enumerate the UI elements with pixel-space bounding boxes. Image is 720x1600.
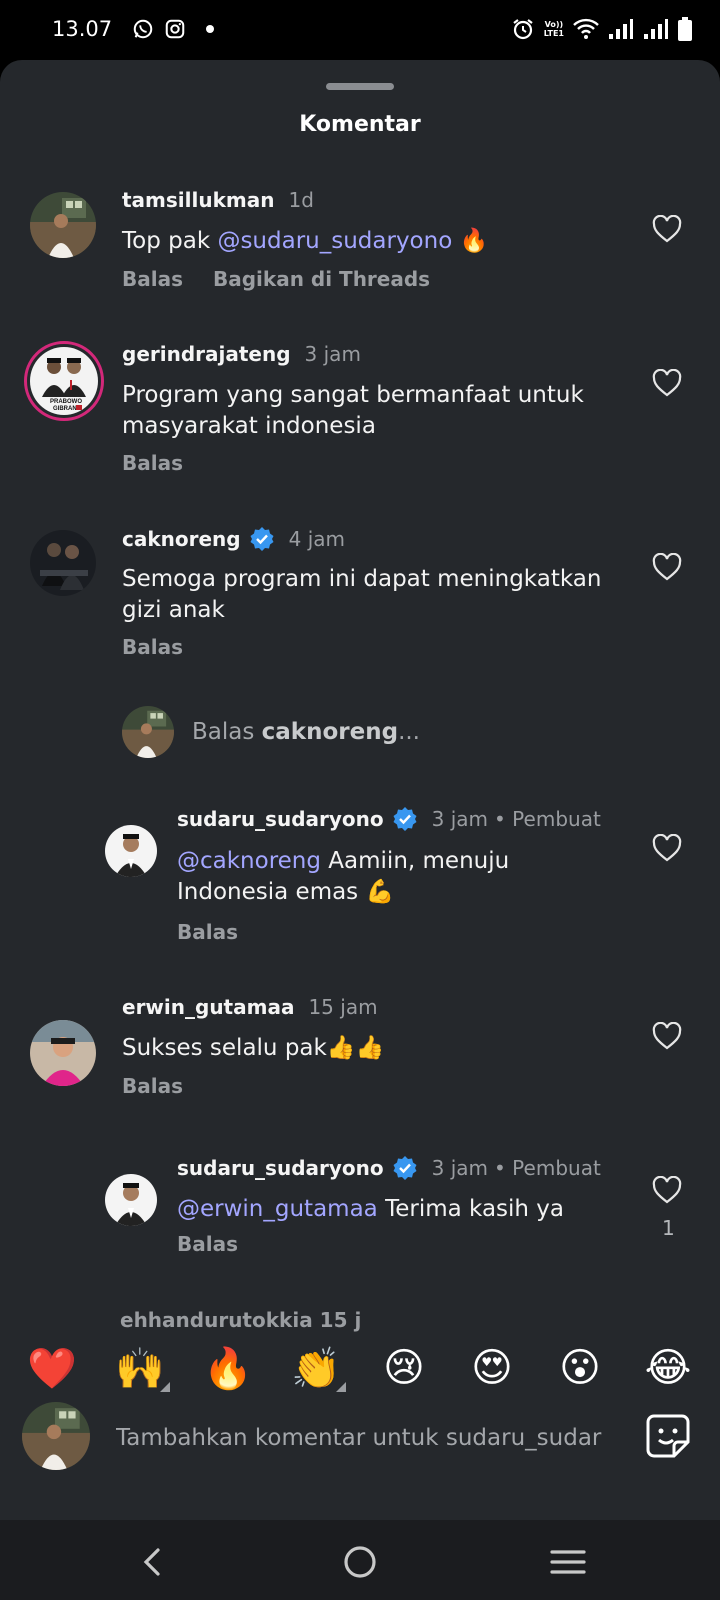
comment-input[interactable]	[116, 1418, 626, 1458]
mention-link[interactable]: @erwin_gutamaa	[177, 1196, 378, 1222]
mention-link[interactable]: @sudaru_sudaryono	[217, 228, 452, 254]
notification-dot-icon	[206, 25, 214, 33]
heart-emoji-button[interactable]: ❤️	[22, 1345, 82, 1392]
whatsapp-icon	[133, 19, 153, 39]
next-comment-peek: ehhandurutokkia 15 j	[120, 1308, 362, 1332]
comments-list[interactable]: tamsillukman 1d Top pak @sudaru_sudaryon…	[0, 60, 720, 1340]
verified-badge-icon	[393, 1156, 417, 1180]
reply-button[interactable]: Balas	[122, 635, 183, 659]
comments-sheet: Komentar tamsillukman 1d Top pak @sudaru…	[0, 60, 720, 1520]
creator-label: • Pembuat	[494, 807, 601, 831]
emoji-quick-bar: ❤️ 🙌 🔥 👏 😢 😍 😮 😂	[0, 1336, 720, 1400]
verified-badge-icon	[393, 807, 417, 831]
reply-button[interactable]: Balas	[122, 267, 183, 291]
like-heart-icon[interactable]	[652, 553, 682, 581]
comment-time: 4 jam	[288, 527, 346, 551]
crying-emoji-button[interactable]: 😢	[374, 1345, 434, 1391]
avatar[interactable]	[30, 192, 96, 258]
battery-icon	[678, 17, 692, 41]
comment-time: 3 jam	[431, 807, 489, 831]
reply-prompt[interactable]: Balas caknoreng...	[122, 706, 420, 758]
comment-username[interactable]: sudaru_sudaryono	[177, 807, 384, 831]
avatar[interactable]	[30, 530, 96, 596]
like-heart-icon[interactable]	[652, 369, 682, 397]
comment-username[interactable]: caknoreng	[122, 527, 241, 551]
comment-time: 3 jam	[304, 342, 361, 366]
creator-label: • Pembuat	[494, 1156, 601, 1180]
comment-time: 15 jam	[308, 995, 378, 1019]
comment-text: Semoga program ini dapat meningkatkan gi…	[122, 566, 602, 623]
reply-button[interactable]: Balas	[177, 920, 238, 944]
status-bar: 13.07 Vo)) LTE1	[0, 0, 720, 60]
avatar	[122, 706, 174, 758]
status-time: 13.07	[52, 17, 113, 41]
recent-apps-icon[interactable]	[546, 1540, 590, 1584]
signal-icon-2	[644, 19, 668, 39]
status-notification-icons	[132, 18, 214, 40]
comment-time: 3 jam	[431, 1156, 489, 1180]
system-nav-bar	[0, 1520, 720, 1600]
surprised-emoji-button[interactable]: 😮	[550, 1345, 610, 1391]
instagram-icon	[165, 19, 185, 39]
comment-username[interactable]: sudaru_sudaryono	[177, 1156, 384, 1180]
sticker-icon[interactable]	[644, 1412, 692, 1460]
status-system-icons: Vo)) LTE1	[511, 17, 692, 41]
verified-badge-icon	[250, 527, 274, 551]
like-heart-icon[interactable]	[652, 1176, 682, 1204]
volte-lte-icon: Vo)) LTE1	[543, 20, 564, 38]
variant-indicator-icon	[160, 1381, 170, 1392]
comment-username[interactable]: gerindrajateng	[122, 342, 291, 366]
avatar[interactable]	[105, 1174, 157, 1226]
mention-link[interactable]: @caknoreng	[177, 848, 321, 874]
reply-button[interactable]: Balas	[122, 451, 183, 475]
comment-username[interactable]: erwin_gutamaa	[122, 995, 294, 1019]
comment-text: @erwin_gutamaa Terima kasih ya	[177, 1196, 565, 1222]
raising-hands-emoji-button[interactable]: 🙌	[110, 1345, 170, 1392]
comment-text: Program yang sangat bermanfaat untuk mas…	[122, 382, 584, 439]
alarm-icon	[513, 19, 533, 40]
variant-indicator-icon	[336, 1381, 346, 1392]
like-heart-icon[interactable]	[652, 834, 682, 862]
signal-icon	[609, 19, 633, 39]
avatar[interactable]	[30, 1020, 96, 1086]
comment-username[interactable]: tamsillukman	[122, 188, 274, 212]
reply-button[interactable]: Balas	[177, 1232, 238, 1256]
fire-emoji-button[interactable]: 🔥	[198, 1345, 258, 1392]
clapping-emoji-button[interactable]: 👏	[286, 1345, 346, 1392]
share-threads-button[interactable]: Bagikan di Threads	[213, 267, 430, 291]
laughing-emoji-button[interactable]: 😂	[638, 1345, 698, 1391]
svg-text:GIBRAN: GIBRAN	[53, 406, 77, 412]
like-heart-icon[interactable]	[652, 1022, 682, 1050]
like-count: 1	[662, 1216, 675, 1240]
comment-text: Sukses selalu pak👍👍	[122, 1035, 385, 1061]
heart-eyes-emoji-button[interactable]: 😍	[462, 1345, 522, 1391]
avatar[interactable]: PRABOWO GIBRAN	[24, 341, 104, 421]
back-icon[interactable]	[132, 1540, 176, 1584]
comment-text: Top pak @sudaru_sudaryono 🔥	[122, 228, 489, 254]
svg-text:PRABOWO: PRABOWO	[50, 399, 82, 405]
comment-text: @caknoreng Aamiin, menuju Indonesia emas…	[177, 848, 510, 905]
comment-time: 1d	[288, 188, 314, 212]
avatar	[22, 1402, 90, 1470]
reply-button[interactable]: Balas	[122, 1074, 183, 1098]
home-icon[interactable]	[338, 1540, 382, 1584]
wifi-icon	[573, 18, 599, 39]
like-heart-icon[interactable]	[652, 215, 682, 243]
avatar[interactable]	[105, 825, 157, 877]
comment-composer	[0, 1400, 720, 1490]
